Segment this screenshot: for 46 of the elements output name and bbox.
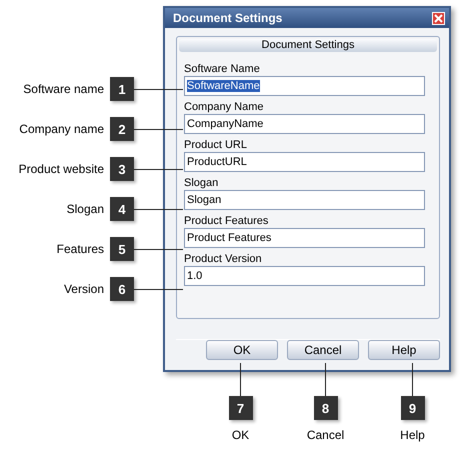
close-icon [434, 14, 443, 22]
dialog-button[interactable]: Help [368, 340, 440, 360]
callout-label: Company name [19, 122, 104, 136]
leader-line [134, 209, 183, 210]
leader-line [134, 89, 183, 90]
callout-label: OK [232, 428, 250, 442]
field-label: Product URL [184, 138, 248, 152]
callout-number: 9 [400, 396, 424, 420]
callout-label: Software name [23, 82, 104, 96]
callout-number: 2 [110, 117, 134, 141]
field-label: Product Version [184, 252, 263, 266]
input-field[interactable]: 1.0 [184, 266, 425, 286]
callout-number: 1 [110, 77, 134, 101]
callout-label: Slogan [66, 202, 104, 216]
callout-label: Cancel [306, 428, 344, 442]
input-field[interactable]: CompanyName [184, 114, 425, 134]
callout-number: 5 [110, 237, 134, 261]
leader-line [134, 289, 183, 290]
callout-label: Version [64, 282, 104, 296]
leader-line [134, 169, 183, 170]
callout-number: 3 [110, 157, 134, 181]
callout-number: 6 [110, 277, 134, 301]
callout-label: Features [56, 242, 104, 256]
window-title: Document Settings [173, 11, 282, 25]
callout-label: Product website [18, 162, 104, 176]
field-label: Product Features [184, 214, 270, 228]
callout-number: 7 [228, 396, 252, 420]
leader-line [325, 363, 326, 396]
callout-number: 4 [110, 197, 134, 221]
close-button[interactable] [432, 12, 445, 24]
callout-number: 8 [314, 396, 338, 420]
input-field[interactable]: Slogan [184, 190, 425, 210]
leader-line [134, 129, 183, 130]
callout-label: Help [400, 428, 425, 442]
input-field[interactable]: SoftwareName [184, 76, 425, 96]
leader-line [412, 363, 413, 396]
field-label: Company Name [184, 100, 264, 114]
leader-line [240, 363, 241, 396]
dialog-button[interactable]: OK [206, 340, 278, 360]
field-label: Software Name [184, 62, 261, 76]
field-label: Slogan [184, 176, 220, 190]
input-field[interactable]: ProductURL [184, 152, 425, 172]
dialog-button[interactable]: Cancel [287, 340, 359, 360]
leader-line [134, 249, 183, 250]
panel-title: Document Settings [179, 39, 437, 52]
input-field[interactable]: Product Features [184, 228, 425, 248]
